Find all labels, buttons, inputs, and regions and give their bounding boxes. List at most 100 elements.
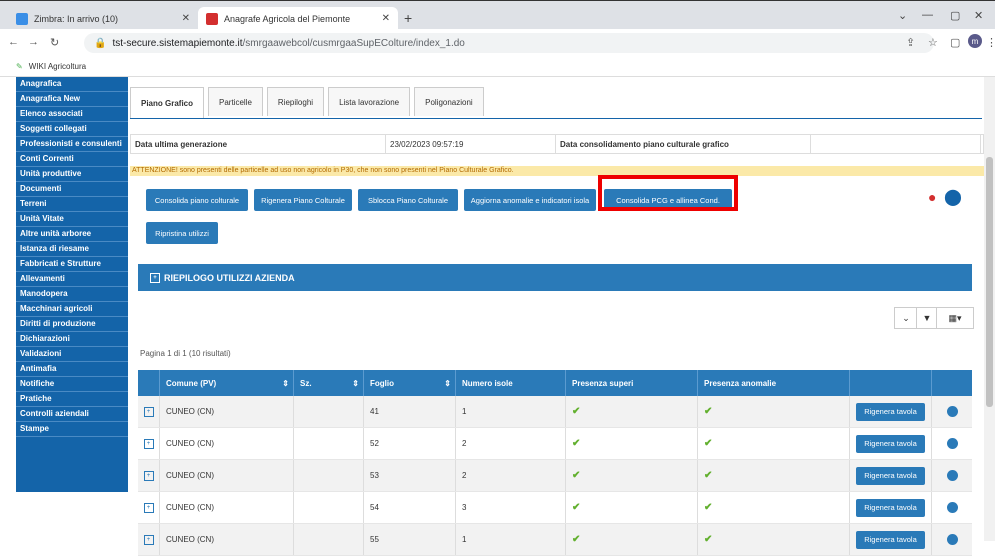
sidebar-item[interactable]: Diritti di produzione	[16, 317, 128, 332]
address-bar: ← → ↻ 🔒 tst-secure.sistemapiemonte.it/sm…	[0, 29, 995, 57]
page-tab[interactable]: Particelle	[208, 87, 263, 116]
rigenera-tavola-button[interactable]: Rigenera tavola	[856, 434, 925, 453]
header-label: Presenza superi	[572, 378, 634, 388]
sidebar-item[interactable]: Conti Correnti	[16, 152, 128, 167]
sidebar-item[interactable]: Antimafia	[16, 362, 128, 377]
globe-icon[interactable]	[946, 534, 958, 545]
share-icon[interactable]: ⇪	[906, 36, 915, 49]
chevron-down-icon[interactable]: ⌄	[894, 307, 918, 329]
sidebar-item[interactable]: Pratiche	[16, 392, 128, 407]
sidebar-item[interactable]: Stampe	[16, 422, 128, 437]
cell-sz	[294, 460, 364, 491]
expand-icon[interactable]: +	[143, 502, 154, 513]
expand-icon[interactable]: +	[143, 470, 154, 481]
header-label: Foglio	[370, 378, 394, 388]
header-superi[interactable]: Presenza superi	[566, 370, 698, 396]
sidebar-item[interactable]: Validazioni	[16, 347, 128, 362]
cell-sz	[294, 492, 364, 523]
results-table: Comune (PV) ⇕ Sz. ⇕ Foglio ⇕ Numero isole P…	[138, 370, 972, 556]
header-comune[interactable]: Comune (PV) ⇕	[160, 370, 294, 396]
check-icon: ✔	[572, 438, 581, 449]
page-tab[interactable]: Poligonazioni	[414, 87, 484, 116]
globe-icon[interactable]	[946, 502, 958, 513]
browser-tab-zimbra[interactable]: Zimbra: In arrivo (10) ✕	[8, 7, 198, 30]
sidebar-item[interactable]: Fabbricati e Strutture	[16, 257, 128, 272]
cell-actions: Rigenera tavola	[850, 428, 932, 459]
rigenera-tavola-button[interactable]: Rigenera tavola	[856, 498, 925, 517]
sidebar-item[interactable]: Altre unità arboree	[16, 227, 128, 242]
expand-icon[interactable]: +	[143, 438, 154, 449]
row-expand-cell: +	[138, 492, 160, 523]
url-input[interactable]: 🔒 tst-secure.sistemapiemonte.it/smrgaawe…	[84, 33, 934, 53]
header-anomalie[interactable]: Presenza anomalie	[698, 370, 850, 396]
map-pin-red-icon[interactable]: ●	[928, 189, 936, 205]
table-row: + CUNEO (CN) 52 2 ✔ ✔ Rigenera tavola	[138, 428, 972, 460]
zimbra-favicon-icon	[16, 12, 28, 25]
table-row: + CUNEO (CN) 41 1 ✔ ✔ Rigenera tavola	[138, 396, 972, 428]
avatar[interactable]: m	[968, 34, 982, 48]
menu-icon[interactable]: ⋮	[986, 36, 995, 49]
columns-icon[interactable]: ▦▾	[936, 307, 974, 329]
map-pin-blue-icon[interactable]: ⬤	[944, 187, 962, 207]
globe-icon[interactable]	[946, 406, 958, 417]
sidebar-item[interactable]: Unità produttive	[16, 167, 128, 182]
sidebar-item[interactable]: Controlli aziendali	[16, 407, 128, 422]
header-sz[interactable]: Sz. ⇕	[294, 370, 364, 396]
rigenera-tavola-button[interactable]: Rigenera tavola	[856, 530, 925, 549]
scrollbar-thumb[interactable]	[986, 157, 993, 407]
sidebar-item[interactable]: Elenco associati	[16, 107, 128, 122]
cell-isole: 1	[456, 524, 566, 555]
expand-icon[interactable]: +	[143, 534, 154, 545]
sidebar-item[interactable]: Dichiarazioni	[16, 332, 128, 347]
sidebar-item[interactable]: Terreni	[16, 197, 128, 212]
sidebar-item[interactable]: Anagrafica	[16, 77, 128, 92]
ripristina-utilizzi-button[interactable]: Ripristina utilizzi	[146, 222, 218, 244]
close-icon[interactable]: ✕	[182, 13, 190, 24]
globe-icon[interactable]	[946, 438, 958, 449]
cell-map	[932, 396, 972, 427]
panel-header[interactable]: + RIEPILOGO UTILIZZI AZIENDA	[138, 264, 972, 291]
restore-icon[interactable]: ▢	[950, 9, 960, 22]
expand-icon[interactable]: +	[143, 406, 154, 417]
back-icon[interactable]: ←	[8, 36, 19, 48]
aggiorna-anomalie-button[interactable]: Aggiorna anomalie e indicatori isola	[464, 189, 596, 211]
bookmark-wiki[interactable]: WIKI Agricoltura	[29, 62, 86, 71]
page-tab[interactable]: Riepiloghi	[266, 87, 325, 116]
sidebar-item[interactable]: Unità Vitate	[16, 212, 128, 227]
star-icon[interactable]: ☆	[928, 36, 938, 49]
page-tab[interactable]: Piano Grafico	[130, 87, 205, 118]
page-tab[interactable]: Lista lavorazione	[328, 87, 411, 116]
sidebar-item[interactable]: Allevamenti	[16, 272, 128, 287]
sblocca-piano-button[interactable]: Sblocca Piano Colturale	[358, 189, 458, 211]
rigenera-piano-button[interactable]: Rigenera Piano Colturale	[254, 189, 352, 211]
sidebar-item[interactable]: Professionisti e consulenti	[16, 137, 128, 152]
filter-icon[interactable]: ▼	[916, 307, 938, 329]
sidebar-item[interactable]: Documenti	[16, 182, 128, 197]
rigenera-tavola-button[interactable]: Rigenera tavola	[856, 402, 925, 421]
window-close-icon[interactable]: ✕	[974, 9, 983, 22]
reload-icon[interactable]: ↻	[50, 36, 59, 49]
close-icon[interactable]: ✕	[382, 13, 390, 24]
consolida-piano-button[interactable]: Consolida piano colturale	[146, 189, 248, 211]
header-foglio[interactable]: Foglio ⇕	[364, 370, 456, 396]
sidebar-item[interactable]: Macchinari agricoli	[16, 302, 128, 317]
forward-icon[interactable]: →	[28, 36, 39, 48]
check-icon: ✔	[704, 438, 713, 449]
rigenera-tavola-button[interactable]: Rigenera tavola	[856, 466, 925, 485]
cell-map	[932, 460, 972, 491]
new-tab-icon[interactable]: +	[404, 10, 412, 26]
sidebar-item[interactable]: Manodopera	[16, 287, 128, 302]
sidebar-item[interactable]: Anagrafica New	[16, 92, 128, 107]
sidepanel-icon[interactable]: ▢	[950, 36, 960, 49]
scrollbar[interactable]	[984, 77, 995, 541]
globe-icon[interactable]	[946, 470, 958, 481]
tab-search-icon[interactable]: ⌄	[898, 9, 907, 22]
minimize-icon[interactable]: —	[922, 9, 933, 21]
sidebar-item[interactable]: Notifiche	[16, 377, 128, 392]
table-row: + CUNEO (CN) 55 1 ✔ ✔ Rigenera tavola	[138, 524, 972, 556]
cell-foglio: 52	[364, 428, 456, 459]
browser-tab-anagrafe[interactable]: Anagrafe Agricola del Piemonte ✕	[198, 7, 398, 30]
sidebar-item[interactable]: Istanza di riesame	[16, 242, 128, 257]
sidebar-item[interactable]: Soggetti collegati	[16, 122, 128, 137]
header-isole[interactable]: Numero isole	[456, 370, 566, 396]
